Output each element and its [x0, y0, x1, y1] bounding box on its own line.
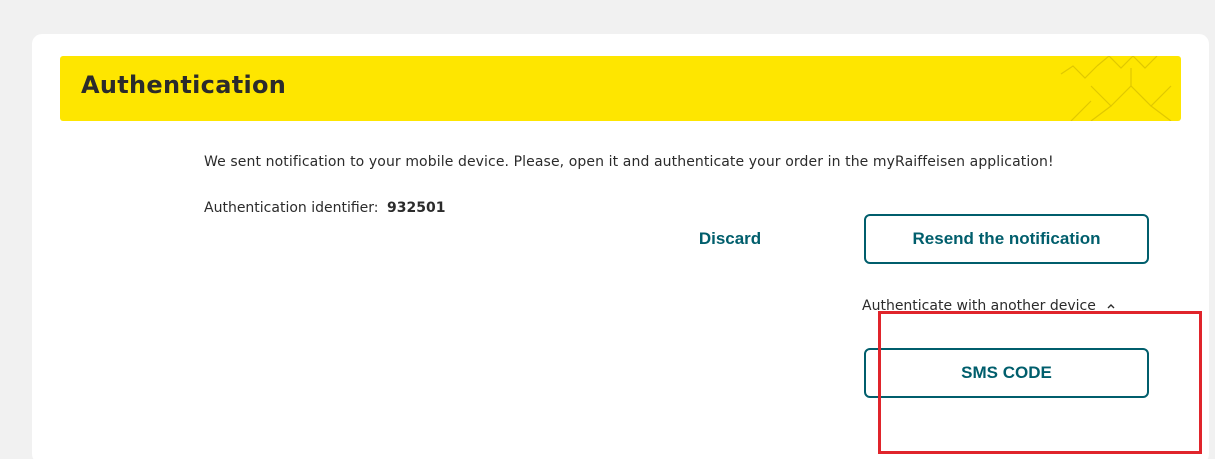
authentication-identifier: Authentication identifier: 932501	[204, 200, 445, 216]
decorative-pattern-icon	[1060, 56, 1172, 121]
resend-notification-button[interactable]: Resend the notification	[864, 214, 1149, 264]
chevron-up-icon	[1107, 304, 1115, 309]
header-banner: Authentication	[60, 56, 1181, 121]
identifier-value: 932501	[386, 200, 446, 216]
another-device-label: Authenticate with another device	[862, 298, 1096, 314]
sms-code-button[interactable]: SMS CODE	[864, 348, 1149, 398]
identifier-label: Authentication identifier:	[204, 200, 379, 216]
discard-button[interactable]: Discard	[680, 214, 780, 264]
authenticate-another-device-toggle[interactable]: Authenticate with another device	[862, 296, 1116, 316]
notification-message: We sent notification to your mobile devi…	[204, 154, 1054, 170]
page-title: Authentication	[81, 71, 287, 99]
